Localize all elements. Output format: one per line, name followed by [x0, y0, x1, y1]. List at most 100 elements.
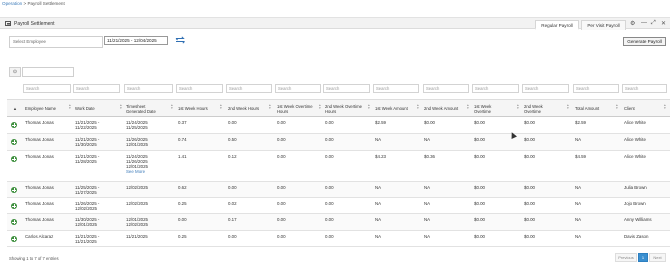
cell-w1-amount: $4.23 [375, 154, 386, 159]
sort-icon[interactable]: ▴ ▾ [171, 103, 173, 110]
sort-icon[interactable]: ▴ ▾ [120, 103, 122, 110]
sort-icon[interactable]: ▴ ▾ [220, 103, 222, 110]
cell-w2-amount: NA [424, 201, 431, 206]
swap-arrows-icon[interactable] [175, 36, 186, 44]
breadcrumb-current: Payroll Settlement [27, 1, 65, 6]
sort-icon[interactable]: ▴ ▾ [69, 103, 71, 110]
breadcrumb-operation-link[interactable]: Operation [2, 1, 22, 6]
cell-w2-ot: $0.00 [524, 154, 535, 159]
cell-w1-ot-hours: 0.00 [277, 217, 286, 222]
filter-w2-hours[interactable]: Search [226, 84, 272, 93]
cell-w1-amount: NA [375, 217, 382, 222]
col-w1-ot[interactable]: 1st Week Overtime [474, 100, 509, 117]
cell-w2-hours: 0.50 [228, 137, 237, 142]
cell-w1-hours: 1.41 [178, 154, 187, 159]
expand-row-plus-icon[interactable] [11, 219, 17, 225]
cell-generated-date: 11/24/2025 11/25/2025 [126, 120, 148, 130]
cell-client: Anny Williams [624, 217, 652, 222]
col-client[interactable]: Client [624, 100, 664, 117]
expand-icon[interactable]: ⤢ [651, 20, 656, 27]
expand-row-plus-icon[interactable] [11, 156, 17, 162]
filter-generated-date[interactable]: Search [124, 84, 173, 93]
pager-previous-button[interactable]: Previous [615, 253, 637, 262]
sort-icon[interactable]: ▴ ▾ [368, 103, 370, 110]
cell-w2-ot: $0.00 [524, 234, 535, 239]
table-row[interactable]: Thomas Jonas 11/21/2025 -11/22/2025 11/2… [7, 117, 670, 134]
breadcrumb: Operation > Payroll Settlement [2, 0, 65, 8]
cell-total: NA [575, 137, 582, 142]
cell-work-date: 11/21/2025 -11/22/2025 [75, 120, 100, 130]
tab-per-visit-payroll[interactable]: Per Visit Payroll [581, 20, 626, 30]
filter-w2-ot-hours[interactable]: Search [323, 84, 370, 93]
filter-w1-amount[interactable]: Search [373, 84, 419, 93]
expand-row-plus-icon[interactable] [11, 187, 17, 193]
filter-w1-hours[interactable]: Search [176, 84, 223, 93]
col-w2-ot-hours[interactable]: 2nd Week Overtime Hours [325, 100, 365, 117]
cell-work-date: 11/21/2025 -11/21/2025 [75, 234, 100, 244]
filter-w2-amount[interactable]: Search [423, 84, 469, 93]
expand-row-plus-icon[interactable] [11, 203, 17, 209]
tab-regular-payroll[interactable]: Regular Payroll [535, 20, 579, 30]
table-row[interactable]: Thomas Jonas 11/26/2025 -12/02/2025 12/0… [7, 198, 670, 214]
expand-row-plus-icon[interactable] [11, 236, 17, 242]
generate-payroll-button[interactable]: Generate Payroll [623, 37, 666, 46]
filter-work-date[interactable]: Search [73, 84, 120, 93]
sort-icon[interactable]: ▴ ▾ [467, 103, 469, 110]
sort-icon[interactable]: ▴ ▾ [269, 103, 271, 110]
sort-icon[interactable]: ▴ ▾ [567, 103, 569, 110]
sort-icon[interactable]: ▴ ▾ [319, 103, 321, 110]
sort-icon[interactable]: ▴ ▾ [664, 103, 666, 110]
see-more-link[interactable]: See More [126, 169, 148, 174]
col-w1-amount[interactable]: 1st Week Amount [375, 100, 420, 117]
date-range-input[interactable]: 11/21/2025 - 12/04/2025 [104, 36, 168, 45]
cell-w1-ot: $0.00 [474, 217, 485, 222]
close-icon[interactable]: ✕ [661, 20, 666, 27]
grid-search-input[interactable] [22, 67, 74, 77]
filter-employee-name[interactable]: Search [23, 84, 71, 93]
col-generated-date[interactable]: Timesheet Generated Date [126, 100, 166, 117]
settings-gear-icon[interactable]: ⚙ [630, 20, 635, 27]
table-row[interactable]: Thomas Jonas 11/30/2025 -12/01/2025 12/0… [7, 214, 670, 231]
col-w2-amount[interactable]: 2nd Week Amount [424, 100, 469, 117]
cell-w2-hours: 0.17 [228, 217, 237, 222]
cell-w2-amount: NA [424, 137, 431, 142]
table-row[interactable]: Thomas Jonas 11/21/2025 -11/30/2025 11/2… [7, 134, 670, 151]
cell-client: Alice White [624, 137, 646, 142]
cell-w2-ot: $0.00 [524, 137, 535, 142]
pager-next-button[interactable]: Next [649, 253, 666, 262]
cell-w1-hours: 0.74 [178, 137, 187, 142]
cell-w1-ot-hours: 0.00 [277, 234, 286, 239]
table-row[interactable]: Carlos Alcaraz 11/21/2025 -11/21/2025 11… [7, 231, 670, 247]
col-total-amount[interactable]: Total Amount [575, 100, 615, 117]
cell-w1-ot: $0.00 [474, 120, 485, 125]
cell-w2-ot: $0.00 [524, 185, 535, 190]
col-work-date[interactable]: Work Date [75, 100, 120, 117]
cell-w1-ot-hours: 0.00 [277, 120, 286, 125]
cell-total: $2.59 [575, 120, 586, 125]
filter-w1-ot-hours[interactable]: Search [275, 84, 321, 93]
col-w1-hours[interactable]: 1st Week Hours [178, 100, 223, 117]
col-employee-name[interactable]: Employee Name [25, 100, 72, 117]
filter-w2-ot[interactable]: Search [522, 84, 569, 93]
col-w2-hours[interactable]: 2nd Week Hours [228, 100, 273, 117]
sort-icon[interactable]: ▴ ▾ [417, 103, 419, 110]
sort-icon[interactable]: ▴ ▾ [616, 103, 618, 110]
cell-employee: Thomas Jonas [25, 137, 54, 142]
minimize-icon[interactable]: — [641, 20, 647, 26]
col-w1-ot-hours[interactable]: 1st Week Overtime Hours [277, 100, 317, 117]
sort-icon[interactable]: ▴ ▾ [517, 103, 519, 110]
cell-w1-hours: 0.37 [178, 120, 187, 125]
filter-total-amount[interactable]: Search [573, 84, 619, 93]
col-w2-ot[interactable]: 2nd Week Overtime [524, 100, 559, 117]
table-header: ▲ Employee Name Work Date Timesheet Gene… [7, 100, 670, 117]
filter-w1-ot[interactable]: Search [472, 84, 519, 93]
cell-w1-hours: 0.25 [178, 201, 187, 206]
expand-row-plus-icon[interactable] [11, 122, 17, 128]
employee-select[interactable]: Select Employee [9, 36, 103, 48]
filter-client[interactable]: Search [622, 84, 667, 93]
table-row[interactable]: Thomas Jonas 11/25/2025 -11/27/2025 12/0… [7, 182, 670, 198]
column-toggle-icon[interactable]: ⊙ [9, 67, 21, 77]
expand-row-plus-icon[interactable] [11, 139, 17, 145]
pager-page-1-button[interactable]: 1 [638, 253, 648, 262]
table-row[interactable]: Thomas Jonas 11/21/2025 -11/28/2025 11/2… [7, 151, 670, 182]
